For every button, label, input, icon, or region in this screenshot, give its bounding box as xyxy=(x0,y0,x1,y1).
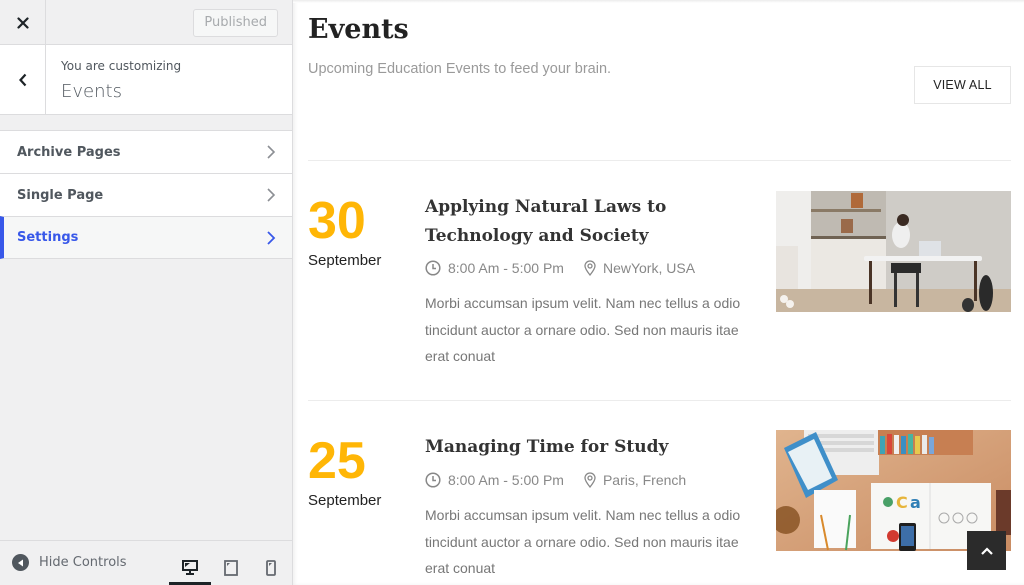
clock-icon xyxy=(425,472,441,488)
event-image[interactable] xyxy=(776,191,1011,312)
event-description: Morbi accumsan ipsum velit. Nam nec tell… xyxy=(425,507,741,576)
event-month: September xyxy=(308,252,382,269)
collapse-arrow-icon xyxy=(12,554,29,571)
menu-item-label: Single Page xyxy=(17,187,104,203)
chevron-up-icon xyxy=(980,546,993,555)
event-item: 30 September Applying Natural Laws to Te… xyxy=(308,191,1011,383)
menu-item-label: Settings xyxy=(17,230,79,245)
customizer-footer: Hide Controls xyxy=(0,540,292,585)
divider xyxy=(308,160,1011,161)
clock-icon xyxy=(425,260,441,276)
map-pin-icon xyxy=(584,472,596,488)
event-description: Morbi accumsan ipsum velit. Nam nec tell… xyxy=(425,295,741,364)
event-time: 8:00 Am - 5:00 Pm xyxy=(425,260,564,276)
published-button[interactable]: Published xyxy=(193,9,278,37)
device-tablet-button[interactable] xyxy=(211,549,251,585)
customizer-sidebar: Published You are customizing Events Arc… xyxy=(0,0,293,585)
map-pin-icon xyxy=(584,260,596,276)
device-desktop-button[interactable] xyxy=(169,549,211,585)
section-subtitle: Upcoming Education Events to feed your b… xyxy=(308,61,612,77)
event-location: Paris, French xyxy=(584,472,686,488)
back-to-top-button[interactable] xyxy=(967,531,1006,570)
device-mobile-button[interactable] xyxy=(251,549,291,585)
event-meta: 8:00 Am - 5:00 Pm NewYork, USA xyxy=(425,260,695,276)
event-location: NewYork, USA xyxy=(584,260,695,276)
mobile-icon xyxy=(266,559,276,576)
hide-controls-button[interactable]: Hide Controls xyxy=(12,554,127,571)
divider xyxy=(308,400,1011,401)
event-day: 30 xyxy=(308,192,366,250)
hide-controls-label: Hide Controls xyxy=(39,555,127,570)
event-time-text: 8:00 Am - 5:00 Pm xyxy=(448,260,564,276)
menu-item-single-page[interactable]: Single Page xyxy=(0,173,292,216)
customizing-label: You are customizing xyxy=(61,59,182,73)
event-time-text: 8:00 Am - 5:00 Pm xyxy=(448,472,564,488)
site-preview: Events Upcoming Education Events to feed… xyxy=(293,0,1024,585)
section-title: Events xyxy=(308,14,409,45)
chevron-right-icon xyxy=(267,231,276,245)
menu-item-label: Archive Pages xyxy=(17,144,121,160)
event-item: 25 September Managing Time for Study 8:0… xyxy=(308,430,1011,585)
event-title[interactable]: Managing Time for Study xyxy=(425,433,765,462)
event-month: September xyxy=(308,492,382,509)
customizer-menu: Archive Pages Single Page Settings xyxy=(0,130,292,259)
close-icon xyxy=(16,16,29,29)
event-location-text: Paris, French xyxy=(602,472,687,488)
chevron-left-icon xyxy=(18,73,26,86)
chevron-right-icon xyxy=(267,145,276,159)
event-meta: 8:00 Am - 5:00 Pm Paris, French xyxy=(425,472,686,488)
woman-working-at-desk-photo xyxy=(776,191,1011,312)
desktop-icon xyxy=(182,560,198,575)
customizing-context: You are customizing Events xyxy=(0,45,292,115)
event-title[interactable]: Applying Natural Laws to Technology and … xyxy=(425,193,765,251)
close-customizer-button[interactable] xyxy=(0,0,46,45)
event-location-text: NewYork, USA xyxy=(602,260,696,276)
menu-item-settings[interactable]: Settings xyxy=(0,216,292,259)
customizer-header: Published xyxy=(0,0,292,45)
svg-text:C: C xyxy=(896,493,908,512)
tablet-icon xyxy=(224,559,238,576)
chevron-right-icon xyxy=(267,188,276,202)
svg-text:a: a xyxy=(910,493,921,512)
event-day: 25 xyxy=(308,432,366,490)
back-button[interactable] xyxy=(0,45,46,114)
view-all-button[interactable]: VIEW ALL xyxy=(914,66,1011,104)
customizing-title: Events xyxy=(61,81,122,102)
event-time: 8:00 Am - 5:00 Pm xyxy=(425,472,564,488)
menu-item-archive-pages[interactable]: Archive Pages xyxy=(0,130,292,173)
